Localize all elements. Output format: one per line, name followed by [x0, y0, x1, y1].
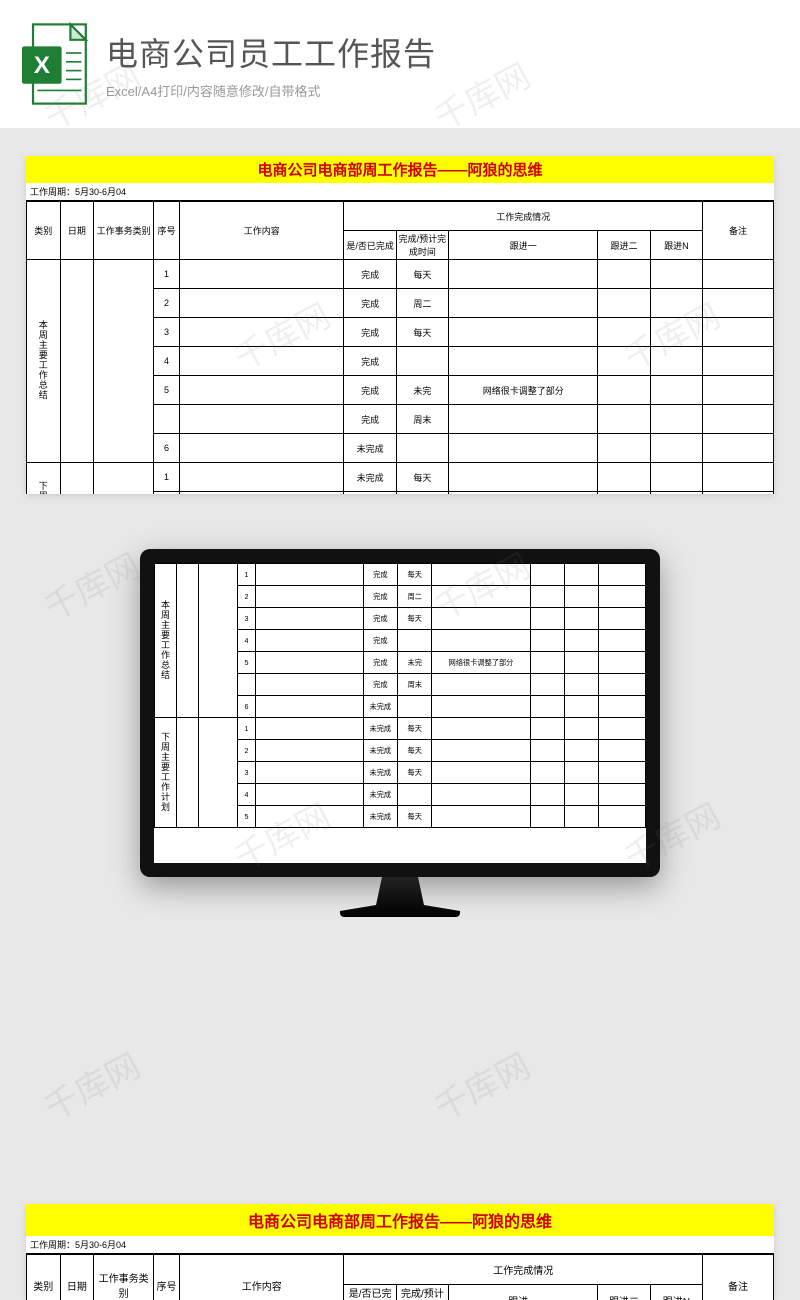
watermark: 千库网 [34, 1039, 147, 1130]
col-status-group: 工作完成情况 [344, 202, 703, 231]
sheet-title-bottom: 电商公司电商部周工作报告——阿狼的思维 [26, 1204, 774, 1236]
col-done-time: 完成/预计完成时间 [396, 231, 448, 260]
work-period: 工作周期：5月30-6月04 [26, 183, 774, 201]
col-content: 工作内容 [180, 202, 344, 260]
watermark: 千库网 [424, 1039, 537, 1130]
sheet-title: 电商公司电商部周工作报告——阿狼的思维 [26, 156, 774, 183]
table-row: 本周主要工作总结1完成每天 [155, 564, 646, 586]
monitor-stand [340, 877, 460, 917]
page-header: X 电商公司员工工作报告 Excel/A4打印/内容随意修改/自带格式 [0, 0, 800, 128]
col-seq: 序号 [153, 202, 179, 260]
page-subtitle: Excel/A4打印/内容随意修改/自带格式 [106, 81, 778, 100]
table-row: 下周 1未完成每天 [27, 463, 774, 492]
col-follow2: 跟进二 [598, 231, 650, 260]
col-category: 类别 [27, 202, 61, 260]
report-table: 类别 日期 工作事务类别 序号 工作内容 工作完成情况 备注 是/否已完成 完成… [26, 201, 774, 494]
col-done: 是/否已完成 [344, 231, 396, 260]
col-remark: 备注 [702, 202, 773, 260]
table-row: 下周主要工作计划1未完成每天 [155, 718, 646, 740]
svg-text:X: X [34, 52, 50, 79]
monitor-bezel: 本周主要工作总结1完成每天 2完成周二 3完成每天 4完成 5完成未完网络很卡调… [140, 549, 660, 877]
report-table-bottom: 类别 日期 工作事务类别 序号 工作内容 工作完成情况 备注 是/否已完成 完成… [26, 1254, 774, 1300]
col-follow1: 跟进一 [449, 231, 598, 260]
preview-panel-top: 电商公司电商部周工作报告——阿狼的思维 工作周期：5月30-6月04 类别 日期… [26, 156, 774, 494]
work-period-bottom: 工作周期：5月30-6月04 [26, 1236, 774, 1254]
excel-icon: X [22, 22, 88, 106]
section-this-week: 本周主要工作总结 [37, 320, 50, 400]
page-title: 电商公司员工工作报告 [106, 29, 778, 75]
report-table-monitor: 本周主要工作总结1完成每天 2完成周二 3完成每天 4完成 5完成未完网络很卡调… [154, 563, 646, 828]
monitor-screen: 本周主要工作总结1完成每天 2完成周二 3完成每天 4完成 5完成未完网络很卡调… [154, 563, 646, 863]
preview-panel-bottom: 电商公司电商部周工作报告——阿狼的思维 工作周期：5月30-6月04 类别 日期… [26, 1204, 774, 1300]
col-task-type: 工作事务类别 [94, 202, 154, 260]
table-row: 本周主要工作总结 1 完成 每天 [27, 260, 774, 289]
col-date: 日期 [60, 202, 94, 260]
col-followN: 跟进N [650, 231, 702, 260]
table-header-row: 类别 日期 工作事务类别 序号 工作内容 工作完成情况 备注 [27, 202, 774, 231]
monitor-preview: 本周主要工作总结1完成每天 2完成周二 3完成每天 4完成 5完成未完网络很卡调… [0, 549, 800, 917]
section-next-week: 下周 [37, 481, 50, 495]
